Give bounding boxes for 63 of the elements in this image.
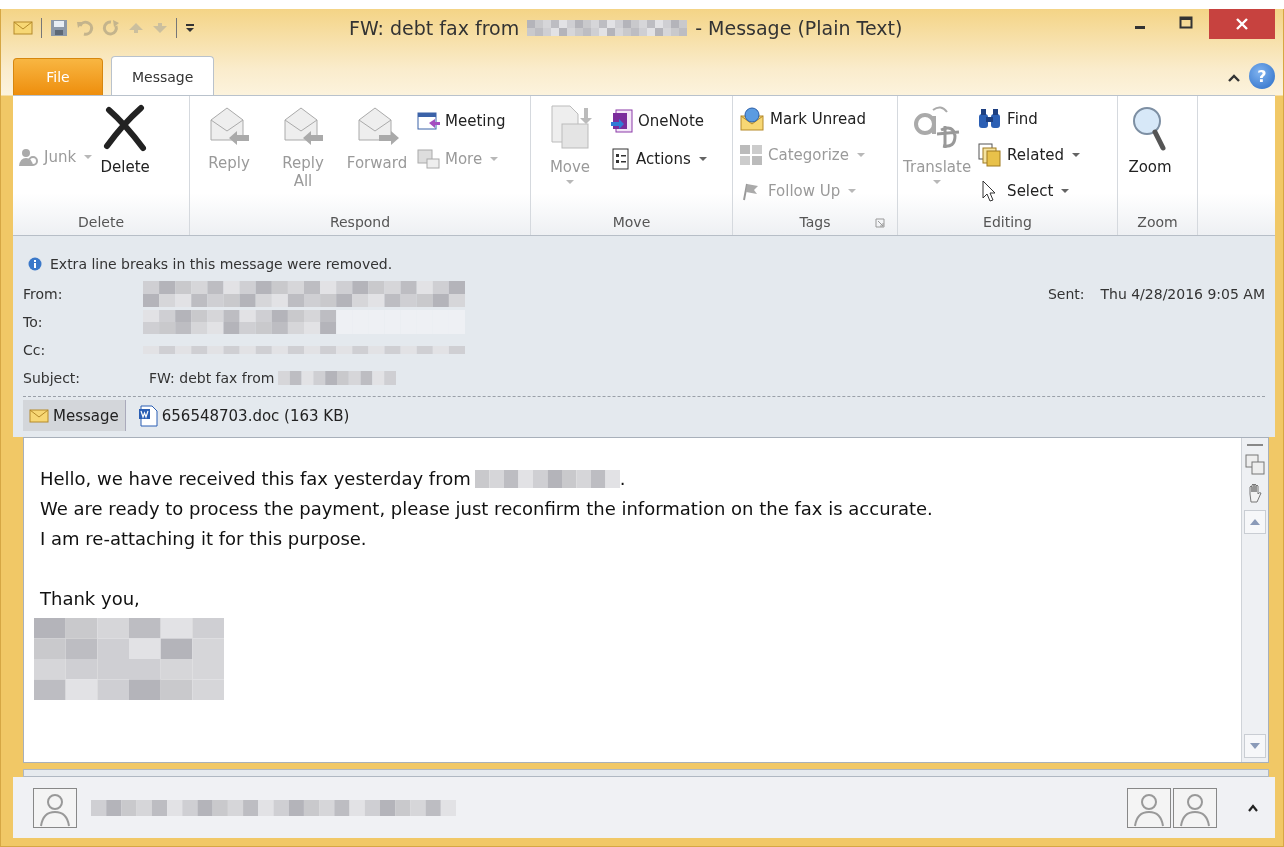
envelope-icon bbox=[29, 408, 49, 423]
window-title: FW: debt fax from bbox=[349, 17, 520, 39]
group-label: Respond bbox=[328, 213, 392, 232]
grid-icon bbox=[417, 148, 441, 170]
onenote-button[interactable]: OneNote bbox=[607, 104, 710, 138]
info-message: Extra line breaks in this message were removed. bbox=[50, 256, 393, 272]
ribbon-tab[interactable]: Message bbox=[111, 56, 215, 96]
zoom-button[interactable]: Zoom bbox=[1120, 102, 1180, 202]
field-label: Sent: bbox=[1047, 286, 1085, 302]
page-view-icon[interactable] bbox=[1245, 454, 1265, 476]
customize-menu-icon[interactable] bbox=[185, 22, 195, 34]
scroll-up-button[interactable] bbox=[1244, 510, 1266, 534]
list-icon bbox=[610, 148, 632, 170]
calendar-icon bbox=[417, 110, 441, 132]
find-button[interactable]: Find bbox=[974, 102, 1084, 136]
actions-button[interactable]: Actions bbox=[607, 142, 710, 176]
notebook-icon bbox=[610, 109, 634, 133]
message-line: I am re-attaching it for this purpose. bbox=[40, 527, 368, 551]
mark-unread-button[interactable]: Mark Unread bbox=[735, 102, 870, 136]
group-label: Delete bbox=[77, 213, 125, 232]
maximize-icon bbox=[1179, 16, 1193, 30]
collapse-ribbon-icon[interactable] bbox=[1227, 73, 1241, 83]
info-icon bbox=[28, 257, 42, 271]
field-label: To: bbox=[23, 314, 44, 330]
group-label: Tags bbox=[799, 214, 831, 230]
related-button[interactable]: Related bbox=[974, 138, 1084, 172]
close-button[interactable] bbox=[1209, 9, 1275, 39]
document-icon bbox=[137, 404, 158, 427]
avatar-icon[interactable] bbox=[1173, 787, 1217, 828]
meeting-button[interactable]: Meeting bbox=[414, 104, 509, 138]
message-line: Hello, we have received this fax yesterday from bbox=[40, 467, 471, 491]
message-line: Thank you, bbox=[40, 587, 141, 611]
down-triangle-icon bbox=[1249, 742, 1261, 750]
avatar-icon[interactable] bbox=[33, 787, 77, 828]
select-button[interactable]: Select bbox=[974, 174, 1084, 208]
squares-icon bbox=[738, 144, 764, 166]
close-icon bbox=[1235, 17, 1249, 31]
attachment-tab[interactable]: 656548703.doc (163 KB) bbox=[131, 400, 356, 431]
group-label: Editing bbox=[982, 213, 1033, 232]
group-label: Move bbox=[611, 213, 652, 232]
field-label: Cc: bbox=[23, 342, 47, 358]
field-label: From: bbox=[23, 286, 64, 302]
people-icon bbox=[18, 147, 40, 167]
dialog-launcher-icon[interactable] bbox=[875, 218, 885, 228]
field-label: Subject: bbox=[23, 370, 82, 386]
save-icon[interactable] bbox=[50, 19, 68, 37]
message-tab[interactable]: Message bbox=[23, 400, 126, 431]
envelope-icon[interactable] bbox=[13, 20, 33, 36]
pane-splitter[interactable] bbox=[23, 769, 1269, 777]
window-title: - Message (Plain Text) bbox=[695, 17, 903, 39]
subject-text: FW: debt fax from bbox=[149, 370, 275, 386]
minimize-icon bbox=[1135, 25, 1145, 29]
avatar-icon[interactable] bbox=[1127, 787, 1171, 828]
group-label: Zoom bbox=[1136, 213, 1179, 232]
message-line: We are ready to process the payment, please just reconfirm the information on the fax is accurate. bbox=[40, 497, 934, 521]
expand-icon[interactable] bbox=[1247, 803, 1259, 812]
delete-button[interactable]: Delete bbox=[95, 102, 156, 202]
documents-icon bbox=[977, 143, 1004, 167]
message-line: . bbox=[619, 467, 626, 491]
up-triangle-icon bbox=[1249, 518, 1261, 526]
sent-date: Thu 4/28/2016 9:05 AM bbox=[1100, 286, 1265, 302]
scroll-down-button[interactable] bbox=[1244, 734, 1266, 758]
envelope-icon bbox=[738, 107, 766, 131]
